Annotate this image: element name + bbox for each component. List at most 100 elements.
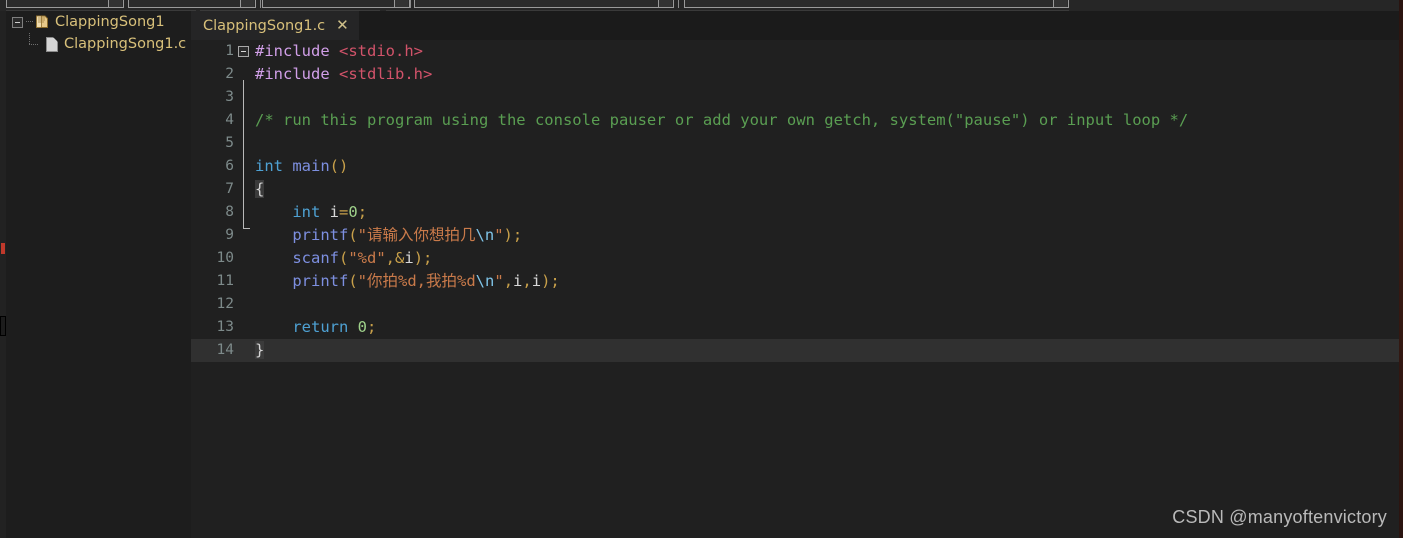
chevron-down-icon[interactable] (658, 0, 672, 7)
token-string-end: " (494, 226, 504, 244)
code-line[interactable]: 4 /* run this program using the console … (191, 109, 1403, 132)
code-content: #include <stdio.h> (255, 40, 423, 63)
code-content: printf("请输入你想拍几\n"); (255, 224, 522, 247)
tree-item-file[interactable]: ClappingSong1.c (6, 33, 191, 55)
token-punctuation: ,& (385, 249, 405, 267)
token-semicolon: ; (367, 318, 377, 336)
code-line[interactable]: 11 printf("你拍%d,我拍%d\n",i,i); (191, 270, 1403, 293)
token-string-end: " (494, 272, 504, 290)
code-content: printf("你拍%d,我拍%d\n",i,i); (255, 270, 560, 293)
token-punctuation: ); (503, 226, 523, 244)
token-string: "请输入你想拍几 (357, 226, 476, 244)
code-line[interactable]: 5 (191, 132, 1403, 155)
code-content: int i=0; (255, 201, 367, 224)
toolbar-dropdown-2[interactable] (128, 0, 256, 8)
tree-item-project[interactable]: ClappingSong1 (6, 11, 191, 33)
code-content: } (255, 339, 265, 362)
line-number: 9 (225, 227, 234, 243)
token-operator: = (339, 203, 349, 221)
line-number: 10 (216, 250, 234, 266)
project-shield-icon (34, 14, 50, 30)
project-tree-panel[interactable]: ClappingSong1 ClappingSong1.c (6, 11, 192, 538)
toolbar-strip (0, 0, 1403, 11)
token-preprocessor: #include (255, 42, 330, 60)
watermark: CSDN @manyoftenvictory (1172, 507, 1387, 527)
token-punctuation: () (329, 157, 349, 175)
code-line-current[interactable]: 14 } (191, 339, 1403, 362)
toolbar-dropdown-5[interactable] (684, 0, 1069, 8)
token-variable: i (513, 272, 523, 290)
token-variable: i (531, 272, 542, 290)
code-editor-window: ClappingSong1 ClappingSong1.c ClappingSo… (0, 0, 1403, 538)
line-number: 5 (225, 135, 234, 151)
code-line[interactable]: 10 scanf("%d",&i); (191, 247, 1403, 270)
token-function: main (292, 157, 330, 175)
line-number: 4 (225, 112, 234, 128)
token-brace-close: } (255, 341, 265, 359)
token-header: <stdio.h> (339, 42, 423, 60)
tree-item-file-label: ClappingSong1.c (64, 36, 187, 52)
code-line[interactable]: 1 #include <stdio.h> (191, 40, 1403, 63)
token-function: printf (292, 226, 349, 244)
c-file-icon (46, 36, 58, 52)
code-line[interactable]: 2 #include <stdlib.h> (191, 63, 1403, 86)
tab-clappingsong1-c[interactable]: ClappingSong1.c ✕ (191, 11, 359, 40)
code-content: return 0; (255, 316, 376, 339)
token-comment: /* run this program using the console pa… (255, 111, 1189, 129)
code-line[interactable]: 8 int i=0; (191, 201, 1403, 224)
collapse-toggle-icon[interactable] (12, 16, 23, 28)
token-function: printf (292, 272, 349, 290)
line-number: 13 (216, 319, 234, 335)
token-string: "%d" (348, 249, 386, 267)
token-function: scanf (292, 249, 339, 267)
code-line[interactable]: 3 (191, 86, 1403, 109)
close-icon[interactable]: ✕ (336, 18, 349, 33)
token-semicolon: ; (357, 203, 368, 221)
code-line[interactable]: 12 (191, 293, 1403, 316)
chevron-down-icon[interactable] (394, 0, 408, 7)
token-escape: \n (475, 272, 495, 290)
code-content: { (255, 178, 265, 201)
toolbar-separator (260, 0, 261, 8)
toolbar-dropdown-4[interactable] (414, 0, 674, 8)
line-number: 6 (225, 158, 234, 174)
code-editor[interactable]: 1 #include <stdio.h> 2 #include <stdlib.… (191, 40, 1403, 538)
line-number: 8 (225, 204, 234, 220)
token-punctuation: , (503, 272, 514, 290)
tree-item-project-label: ClappingSong1 (55, 14, 165, 30)
token-punctuation: ); (541, 272, 560, 290)
code-line[interactable]: 9 printf("请输入你想拍几\n"); (191, 224, 1403, 247)
token-punctuation: ( (339, 249, 349, 267)
line-number: 3 (225, 89, 234, 105)
line-number: 1 (225, 43, 234, 59)
token-variable: i (329, 203, 340, 221)
line-number: 14 (216, 342, 234, 358)
toolbar-separator (410, 0, 411, 8)
code-content: scanf("%d",&i); (255, 247, 432, 270)
token-punctuation: ( (348, 272, 358, 290)
token-preprocessor: #include (255, 65, 330, 83)
token-number: 0 (348, 203, 358, 221)
code-line[interactable]: 7 { (191, 178, 1403, 201)
toolbar-dropdown-1[interactable] (6, 0, 124, 8)
toolbar-dropdown-3[interactable] (262, 0, 410, 8)
token-keyword: return (292, 318, 349, 336)
token-keyword: int (255, 157, 283, 175)
code-line[interactable]: 13 return 0; (191, 316, 1403, 339)
line-number: 11 (216, 273, 234, 289)
token-keyword: int (292, 203, 321, 221)
token-brace-open: { (255, 180, 265, 198)
code-content: #include <stdlib.h> (255, 63, 432, 86)
chevron-down-icon[interactable] (108, 0, 122, 7)
chevron-down-icon[interactable] (240, 0, 254, 7)
toolbar-separator (678, 0, 679, 8)
token-header: <stdlib.h> (339, 65, 433, 83)
right-edge-strip (1399, 0, 1403, 538)
line-number: 2 (225, 66, 234, 82)
token-punctuation: ); (413, 249, 433, 267)
chevron-down-icon[interactable] (1053, 0, 1067, 7)
error-marker-icon (1, 243, 5, 254)
tree-connector (26, 21, 33, 23)
editor-tab-strip: ClappingSong1.c ✕ (191, 11, 1403, 40)
code-line[interactable]: 6 int main() (191, 155, 1403, 178)
